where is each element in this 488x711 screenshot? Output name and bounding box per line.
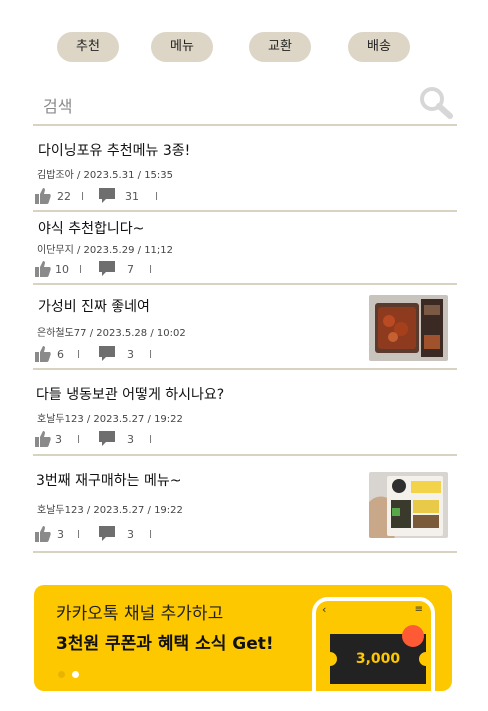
stat-separator: l [149,433,153,446]
notification-dot-icon [402,625,424,647]
post-date: 2023.5.28 [96,328,148,339]
post-author: 이단무지 [37,245,74,256]
post-title: 야식 추천합니다~ [38,221,145,237]
search-input[interactable] [33,92,403,120]
comment-count: 3 [127,528,134,541]
post-time: 11;12 [144,245,174,256]
menu-icon: ≡ [414,604,423,615]
search-bar [33,84,457,126]
carousel-dot[interactable] [58,671,65,678]
post-item[interactable]: 야식 추천합니다~ 이단무지 / 2023.5.29 / 11;12 10 l … [33,212,457,285]
thumbs-up-icon[interactable] [35,346,51,365]
post-item[interactable]: 3번째 재구매하는 메뉴~ 호날두123 / 2023.5.27 / 19:22… [33,456,457,553]
comment-icon[interactable] [99,188,115,207]
stat-separator: l [149,528,153,541]
post-title: 다들 냉동보관 어떻게 하시나요? [36,387,225,403]
like-count: 6 [57,348,64,361]
post-item[interactable]: 가성비 진짜 좋네여 은하철도77 / 2023.5.28 / 10:02 6 … [33,285,457,370]
tab-menu[interactable]: 메뉴 [151,32,213,62]
phone-illustration: ‹ ≡ 3,000 [312,597,435,691]
post-meta: 은하철도77 / 2023.5.28 / 10:02 [37,328,186,339]
post-time: 10:02 [156,328,186,339]
post-title: 다이닝포유 추천메뉴 3종! [38,143,191,159]
post-thumbnail[interactable] [369,295,448,361]
banner-headline: 카카오톡 채널 추가하고 [56,604,224,624]
post-date: 2023.5.31 [83,170,135,181]
post-stats: 22 l 31 l [35,188,175,206]
post-stats: 3 l 3 l [35,526,175,544]
post-author: 호날두123 [37,505,84,516]
comment-icon[interactable] [99,431,115,450]
comment-icon[interactable] [99,526,115,545]
post-title: 3번째 재구매하는 메뉴~ [36,473,182,489]
stat-separator: l [149,263,153,276]
back-icon: ‹ [322,603,327,616]
post-thumbnail[interactable] [369,472,448,538]
stat-separator: l [149,348,153,361]
category-tabs: 추천 메뉴 교환 배송 [57,32,417,64]
comment-count: 31 [125,190,139,203]
comment-count: 7 [127,263,134,276]
post-author: 김밥조아 [37,170,74,181]
stat-separator: l [77,528,81,541]
post-stats: 10 l 7 l [35,261,175,279]
post-author: 은하철도77 [37,328,87,339]
post-time: 19:22 [154,505,183,516]
stat-separator: l [79,263,83,276]
post-meta: 이단무지 / 2023.5.29 / 11;12 [37,245,174,256]
post-meta: 호날두123 / 2023.5.27 / 19:22 [37,414,183,425]
post-title: 가성비 진짜 좋네여 [38,299,150,315]
post-meta: 김밥조아 / 2023.5.31 / 15:35 [37,170,174,181]
post-item[interactable]: 다이닝포유 추천메뉴 3종! 김밥조아 / 2023.5.31 / 15:35 … [33,126,457,212]
post-stats: 3 l 3 l [35,431,175,449]
search-icon[interactable] [417,84,455,122]
comment-icon[interactable] [99,261,115,280]
like-count: 10 [55,263,69,276]
comment-count: 3 [127,348,134,361]
thumbs-up-icon[interactable] [35,431,51,450]
post-item[interactable]: 다들 냉동보관 어떻게 하시나요? 호날두123 / 2023.5.27 / 1… [33,370,457,456]
banner-subheadline: 3천원 쿠폰과 혜택 소식 Get! [56,634,274,654]
stat-separator: l [155,190,159,203]
like-count: 3 [57,528,64,541]
tab-exchange[interactable]: 교환 [249,32,311,62]
stat-separator: l [81,190,85,203]
post-meta: 호날두123 / 2023.5.27 / 19:22 [37,505,183,516]
like-count: 3 [55,433,62,446]
comment-count: 3 [127,433,134,446]
comment-icon[interactable] [99,346,115,365]
post-author: 호날두123 [37,414,84,425]
post-stats: 6 l 3 l [35,346,175,364]
stat-separator: l [77,433,81,446]
like-count: 22 [57,190,71,203]
coupon-amount: 3,000 [355,651,401,667]
kakao-channel-banner[interactable]: 카카오톡 채널 추가하고 3천원 쿠폰과 혜택 소식 Get! ‹ ≡ 3,00… [34,585,452,691]
tab-recommend[interactable]: 추천 [57,32,119,62]
thumbs-up-icon[interactable] [35,188,51,207]
post-time: 19:22 [154,414,183,425]
post-date: 2023.5.27 [93,414,145,425]
post-time: 15:35 [144,170,174,181]
carousel-dot-active[interactable] [72,671,79,678]
stat-separator: l [77,348,81,361]
tab-delivery[interactable]: 배송 [348,32,410,62]
post-date: 2023.5.29 [83,245,135,256]
post-date: 2023.5.27 [93,505,145,516]
thumbs-up-icon[interactable] [35,526,51,545]
thumbs-up-icon[interactable] [35,261,51,280]
